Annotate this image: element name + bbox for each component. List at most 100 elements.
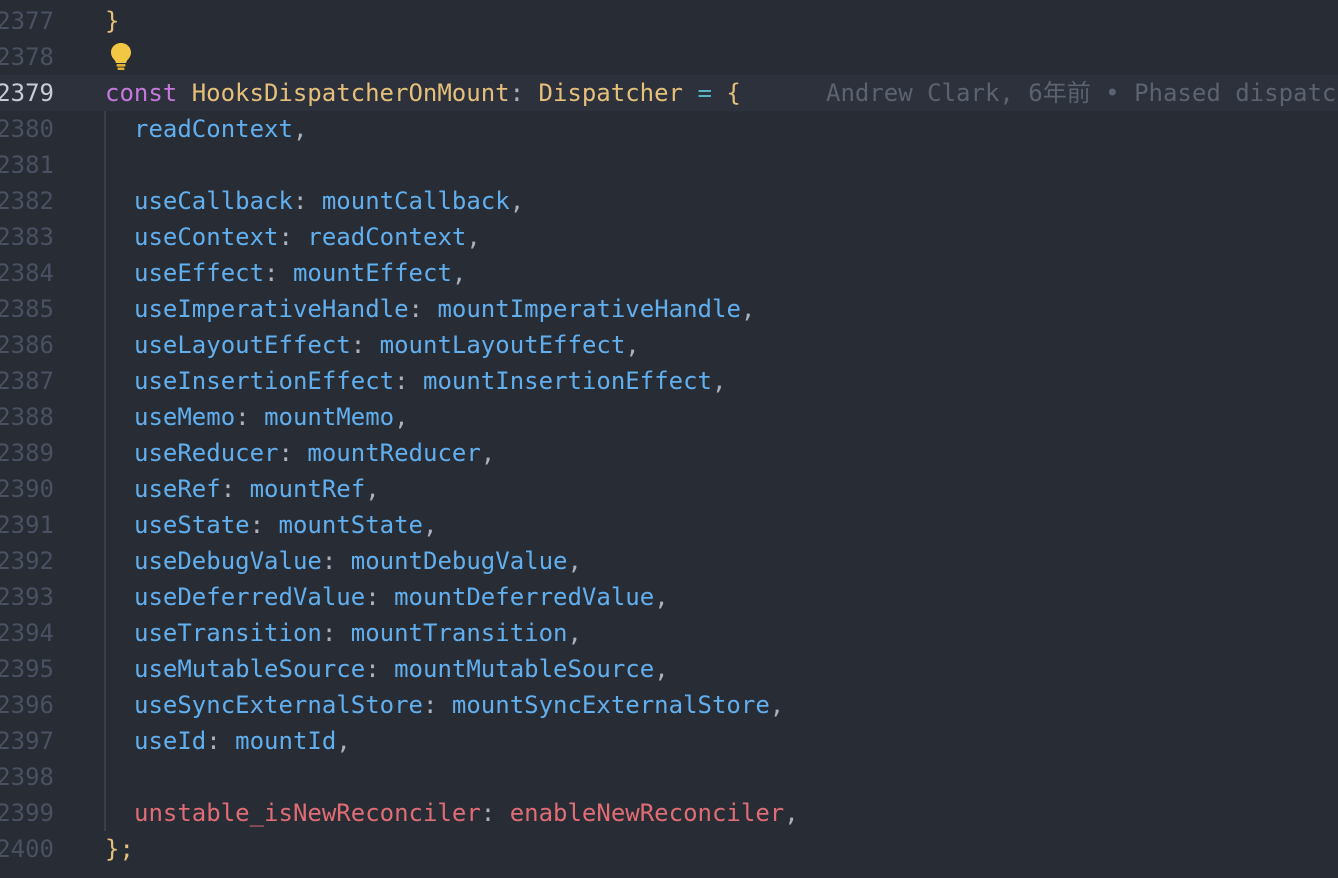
object-key: useCallback: [134, 187, 293, 215]
colon: :: [264, 259, 293, 287]
code-line-2389[interactable]: 2389 useReducer: mountReducer,: [0, 435, 1338, 471]
colon: :: [394, 367, 423, 395]
line-number: 2394: [0, 619, 54, 647]
colon: :: [408, 295, 438, 323]
equals-operator: =: [697, 79, 712, 107]
colon: :: [278, 223, 308, 251]
code-text: }: [105, 3, 119, 39]
code-line-2394[interactable]: 2394 useTransition: mountTransition,: [0, 615, 1338, 651]
colon: :: [278, 439, 308, 467]
object-value: mountState: [278, 511, 424, 539]
code-editor[interactable]: 2377 } 2378 2379 const HooksDispatcherOn…: [0, 0, 1338, 878]
object-value: mountId: [235, 727, 337, 755]
comma: ,: [292, 115, 308, 143]
object-key: useInsertionEffect: [134, 367, 395, 395]
code-line-2392[interactable]: 2392 useDebugValue: mountDebugValue,: [0, 543, 1338, 579]
code-line-2385[interactable]: 2385 useImperativeHandle: mountImperativ…: [0, 291, 1338, 327]
line-number: 2384: [0, 259, 54, 287]
colon: :: [365, 655, 395, 683]
line-number: 2378: [0, 43, 54, 71]
object-key: useLayoutEffect: [134, 331, 351, 359]
code-line-2378[interactable]: 2378: [0, 39, 1338, 75]
code-text: useImperativeHandle: mountImperativeHand…: [134, 291, 755, 327]
line-number: 2392: [0, 547, 54, 575]
lightbulb-icon[interactable]: [108, 41, 134, 71]
object-value: mountInsertionEffect: [423, 367, 712, 395]
colon: :: [321, 547, 351, 575]
object-value: mountDebugValue: [350, 547, 568, 575]
code-text: };: [105, 831, 134, 867]
object-key: useDeferredValue: [134, 583, 366, 611]
code-line-2398[interactable]: 2398: [0, 759, 1338, 795]
comma: ,: [509, 187, 525, 215]
object-value: mountSyncExternalStore: [451, 691, 770, 719]
colon: :: [422, 691, 452, 719]
code-line-2379[interactable]: 2379 const HooksDispatcherOnMount: Dispa…: [0, 75, 1338, 111]
comma: ,: [336, 727, 351, 755]
code-text: useInsertionEffect: mountInsertionEffect…: [134, 363, 726, 399]
code-text: useId: mountId,: [134, 723, 351, 759]
colon: :: [235, 403, 265, 431]
object-key: useEffect: [134, 259, 265, 287]
code-text: useDeferredValue: mountDeferredValue,: [134, 579, 669, 615]
code-text: const HooksDispatcherOnMount: Dispatcher…: [105, 75, 741, 111]
line-number: 2397: [0, 727, 54, 755]
code-line-2393[interactable]: 2393 useDeferredValue: mountDeferredValu…: [0, 579, 1338, 615]
code-text: useCallback: mountCallback,: [134, 183, 524, 219]
code-line-2382[interactable]: 2382 useCallback: mountCallback,: [0, 183, 1338, 219]
line-number: 2387: [0, 367, 54, 395]
line-number: 2396: [0, 691, 54, 719]
object-value: mountDeferredValue: [394, 583, 655, 611]
code-text: useContext: readContext,: [134, 219, 481, 255]
comma: ,: [784, 799, 799, 827]
code-line-2384[interactable]: 2384 useEffect: mountEffect,: [0, 255, 1338, 291]
code-line-2397[interactable]: 2397 useId: mountId,: [0, 723, 1338, 759]
line-number: 2382: [0, 187, 54, 215]
code-line-2388[interactable]: 2388 useMemo: mountMemo,: [0, 399, 1338, 435]
code-text: useMutableSource: mountMutableSource,: [134, 651, 669, 687]
comma: ,: [365, 475, 380, 503]
code-line-2399[interactable]: 2399 unstable_isNewReconciler: enableNew…: [0, 795, 1338, 831]
line-number: 2390: [0, 475, 54, 503]
code-line-2377[interactable]: 2377 }: [0, 3, 1338, 39]
code-line-2400[interactable]: 2400 };: [0, 831, 1338, 867]
code-text: useDebugValue: mountDebugValue,: [134, 543, 582, 579]
code-text: useTransition: mountTransition,: [134, 615, 582, 651]
object-key: unstable_isNewReconciler: [134, 799, 481, 827]
line-number: 2388: [0, 403, 54, 431]
code-line-2387[interactable]: 2387 useInsertionEffect: mountInsertionE…: [0, 363, 1338, 399]
object-value: mountImperativeHandle: [437, 295, 741, 323]
comma: ,: [567, 547, 582, 575]
comma: ,: [480, 439, 496, 467]
comma: ,: [740, 295, 756, 323]
line-number: 2377: [0, 7, 54, 35]
line-number: 2379: [0, 79, 54, 107]
code-text: useLayoutEffect: mountLayoutEffect,: [134, 327, 640, 363]
line-number: 2399: [0, 799, 54, 827]
code-line-2396[interactable]: 2396 useSyncExternalStore: mountSyncExte…: [0, 687, 1338, 723]
line-number: 2383: [0, 223, 54, 251]
comma: ,: [625, 331, 640, 359]
closing-brace-semicolon: };: [105, 835, 134, 863]
keyword-const: const: [105, 79, 178, 107]
closing-brace: }: [105, 7, 120, 35]
object-value: readContext: [307, 223, 467, 251]
object-value: mountRef: [249, 475, 366, 503]
code-line-2381[interactable]: 2381: [0, 147, 1338, 183]
code-line-2386[interactable]: 2386 useLayoutEffect: mountLayoutEffect,: [0, 327, 1338, 363]
comma: ,: [711, 367, 727, 395]
code-text: useEffect: mountEffect,: [134, 255, 466, 291]
colon: :: [292, 187, 322, 215]
comma: ,: [394, 403, 409, 431]
property-shorthand: readContext: [134, 115, 293, 143]
object-value: mountReducer: [307, 439, 481, 467]
git-blame-annotation[interactable]: Andrew Clark, 6年前 • Phased dispatc: [826, 75, 1336, 111]
code-text: useRef: mountRef,: [134, 471, 380, 507]
line-number: 2389: [0, 439, 54, 467]
code-line-2395[interactable]: 2395 useMutableSource: mountMutableSourc…: [0, 651, 1338, 687]
code-line-2380[interactable]: 2380 readContext,: [0, 111, 1338, 147]
code-text: useMemo: mountMemo,: [134, 399, 409, 435]
code-line-2390[interactable]: 2390 useRef: mountRef,: [0, 471, 1338, 507]
code-line-2391[interactable]: 2391 useState: mountState,: [0, 507, 1338, 543]
code-line-2383[interactable]: 2383 useContext: readContext,: [0, 219, 1338, 255]
